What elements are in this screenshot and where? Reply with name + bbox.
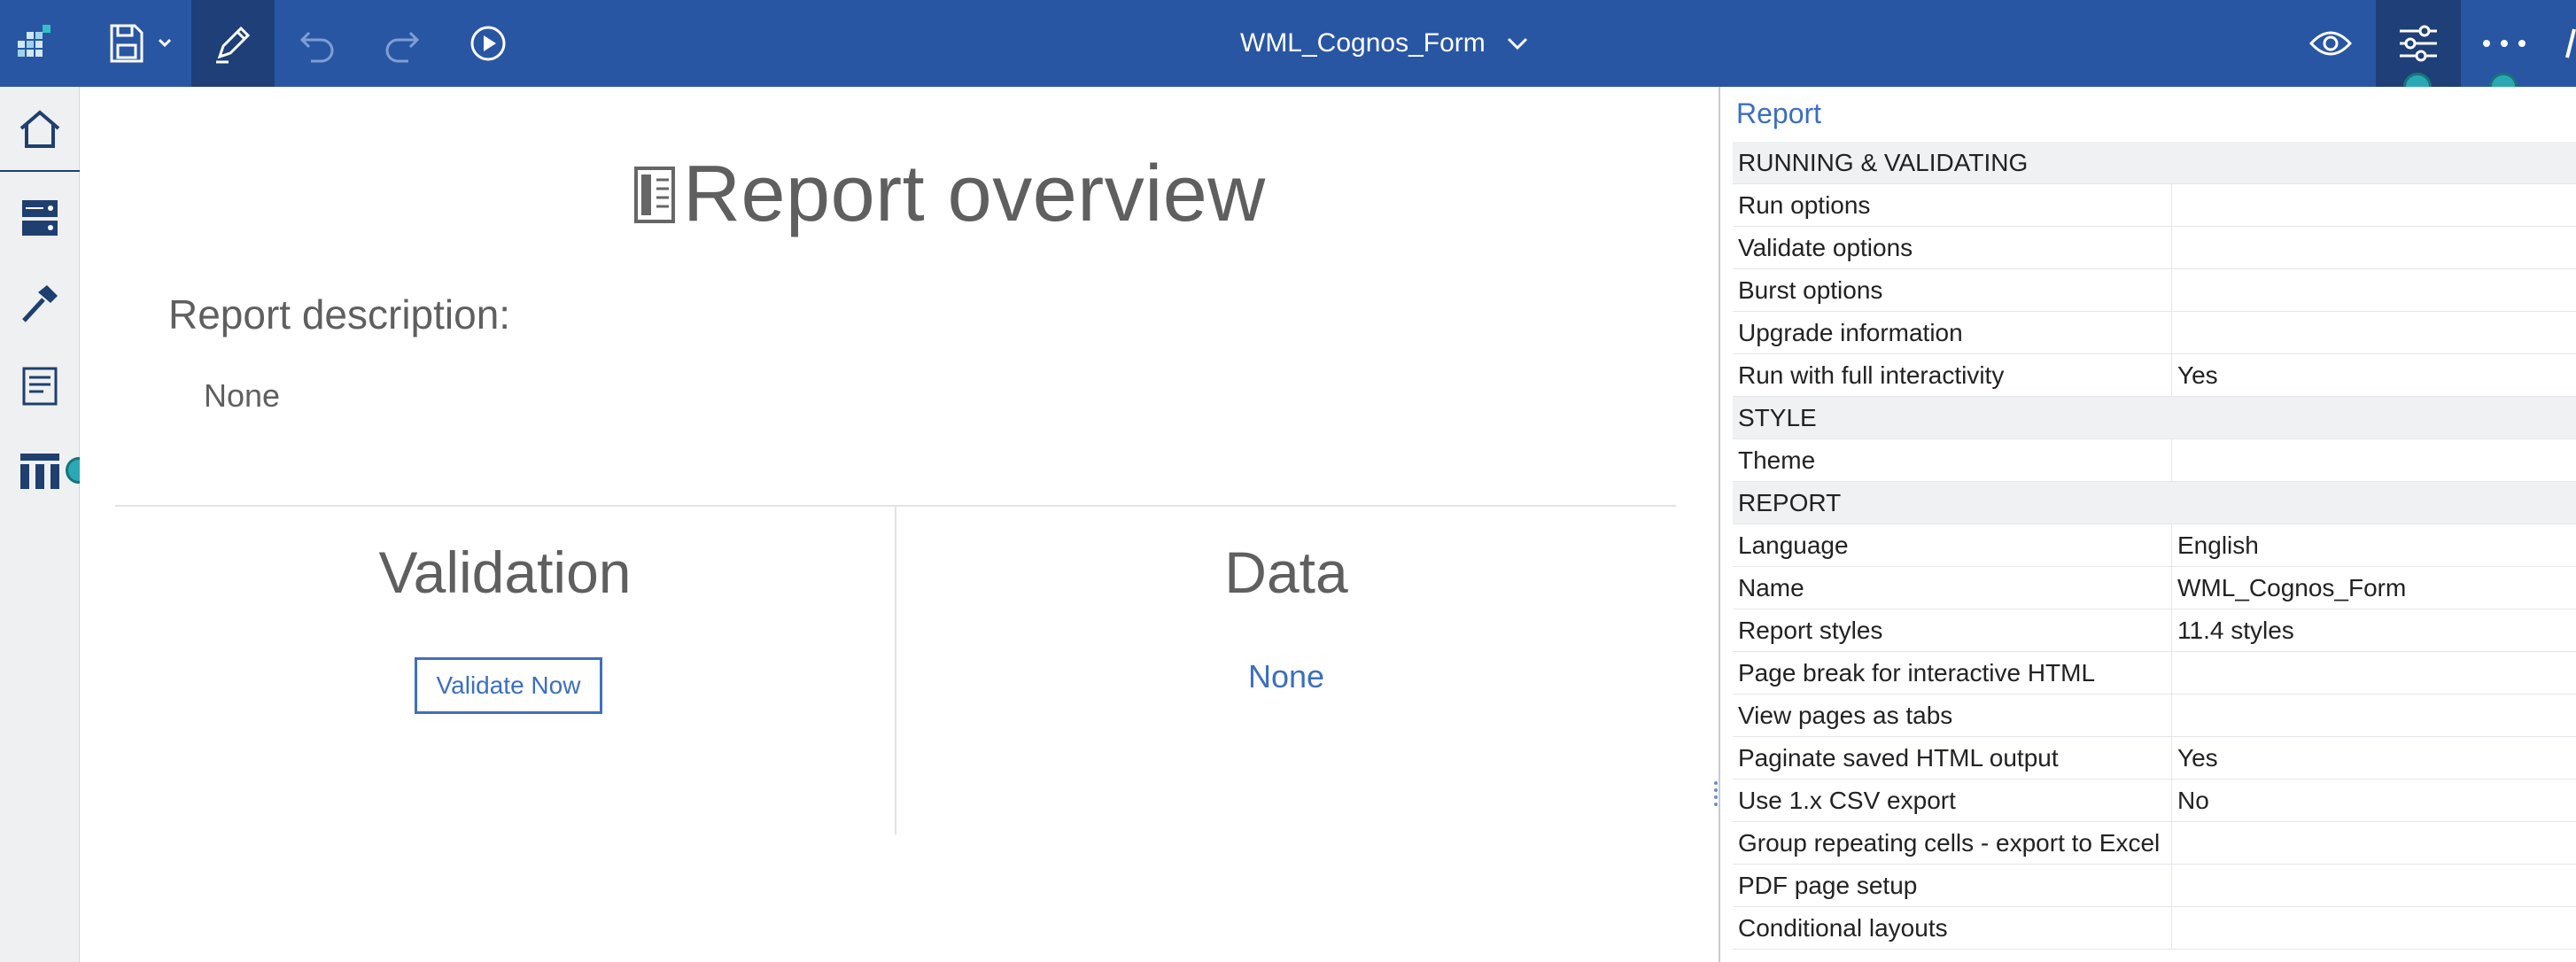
property-row[interactable]: Language English — [1733, 524, 2576, 567]
toolbox-button[interactable] — [0, 260, 80, 345]
property-row[interactable]: Group repeating cells - export to Excel — [1733, 822, 2576, 865]
sliders-icon — [2400, 25, 2437, 62]
property-row[interactable]: Page break for interactive HTML — [1733, 652, 2576, 694]
property-row[interactable]: Run with full interactivity Yes — [1733, 354, 2576, 397]
property-name: View pages as tabs — [1733, 694, 2172, 736]
report-description-label: Report description: — [168, 291, 511, 337]
property-name: Page break for interactive HTML — [1733, 652, 2172, 694]
property-value[interactable] — [2172, 184, 2576, 226]
home-icon — [19, 110, 60, 148]
play-icon — [470, 26, 506, 61]
data-heading: Data — [1224, 539, 1348, 605]
property-value[interactable] — [2172, 694, 2576, 736]
pages-button[interactable] — [0, 344, 80, 429]
validation-heading: Validation — [378, 539, 632, 605]
edit-mode-button[interactable] — [191, 0, 275, 87]
property-name: Conditional layouts — [1733, 907, 2172, 949]
property-value[interactable] — [2172, 822, 2576, 864]
pencil-icon — [216, 26, 251, 64]
property-row[interactable]: Theme — [1733, 439, 2576, 482]
home-button[interactable] — [0, 87, 80, 172]
property-value[interactable] — [2172, 907, 2576, 949]
property-name: Run with full interactivity — [1733, 354, 2172, 396]
report-title-menu[interactable]: WML_Cognos_Form — [1240, 0, 1530, 87]
property-value[interactable] — [2172, 227, 2576, 268]
properties-header[interactable]: Report — [1736, 97, 1821, 130]
property-row[interactable]: Burst options — [1733, 269, 2576, 312]
property-value[interactable] — [2172, 269, 2576, 311]
report-icon — [634, 166, 675, 223]
property-row[interactable]: Report styles 11.4 styles — [1733, 609, 2576, 652]
cut-off-icon — [2560, 0, 2576, 87]
property-name: Paginate saved HTML output — [1733, 737, 2172, 779]
save-button[interactable] — [97, 0, 182, 87]
data-server-icon — [22, 200, 58, 236]
property-value[interactable] — [2172, 439, 2576, 481]
validate-now-button[interactable]: Validate Now — [415, 657, 602, 714]
section-label: STYLE — [1738, 404, 1817, 431]
redo-button[interactable] — [360, 0, 443, 87]
property-section-header: STYLE — [1733, 397, 2576, 439]
report-title: WML_Cognos_Form — [1240, 28, 1486, 58]
property-name: Group repeating cells - export to Excel — [1733, 822, 2172, 864]
property-name: Validate options — [1733, 227, 2172, 268]
redo-icon — [385, 31, 420, 63]
property-value[interactable] — [2172, 865, 2576, 906]
properties-table: RUNNING & VALIDATING Run options Validate … — [1733, 142, 2576, 950]
undo-icon — [299, 31, 334, 63]
section-label: REPORT — [1738, 489, 1842, 516]
property-name: Run options — [1733, 184, 2172, 226]
ellipsis-icon — [2483, 40, 2526, 47]
property-section-header: RUNNING & VALIDATING — [1733, 142, 2576, 184]
top-toolbar: WML_Cognos_Form — [0, 0, 2576, 87]
property-row[interactable]: View pages as tabs — [1733, 694, 2576, 737]
property-row[interactable]: Upgrade information — [1733, 312, 2576, 354]
table-columns-icon — [20, 454, 59, 489]
report-canvas: Report overview Report description: None… — [80, 87, 1719, 962]
eye-icon — [2308, 31, 2353, 56]
property-value[interactable]: 11.4 styles — [2172, 609, 2576, 651]
property-name: Report styles — [1733, 609, 2172, 651]
property-name: Use 1.x CSV export — [1733, 780, 2172, 821]
rail-separator — [0, 170, 80, 172]
property-row[interactable]: PDF page setup — [1733, 865, 2576, 907]
property-row[interactable]: Paginate saved HTML output Yes — [1733, 737, 2576, 780]
property-value[interactable]: Yes — [2172, 737, 2576, 779]
toolbox-hammer-icon — [22, 285, 58, 322]
property-row[interactable]: Validate options — [1733, 227, 2576, 269]
property-name: Language — [1733, 524, 2172, 566]
property-value[interactable] — [2172, 312, 2576, 353]
page-icon — [22, 367, 58, 406]
data-value-link[interactable]: None — [896, 658, 1676, 695]
property-value[interactable]: Yes — [2172, 354, 2576, 396]
property-row[interactable]: Name WML_Cognos_Form — [1733, 567, 2576, 609]
property-value[interactable] — [2172, 652, 2576, 694]
page-title: Report overview — [683, 150, 1266, 238]
properties-panel: Report RUNNING & VALIDATING Run options Va… — [1719, 87, 2576, 962]
property-value[interactable]: No — [2172, 780, 2576, 821]
section-label: RUNNING & VALIDATING — [1738, 149, 2029, 176]
overview-title-row: Report overview — [633, 149, 1266, 240]
save-icon — [110, 24, 172, 63]
property-value[interactable]: English — [2172, 524, 2576, 566]
property-value[interactable]: WML_Cognos_Form — [2172, 567, 2576, 609]
property-name: Theme — [1733, 439, 2172, 481]
property-name: PDF page setup — [1733, 865, 2172, 906]
data-button[interactable] — [0, 175, 80, 260]
chevron-down-icon — [1507, 37, 1527, 50]
undo-button[interactable] — [276, 0, 360, 87]
property-section-header: REPORT — [1733, 482, 2576, 524]
left-navigation-rail — [0, 87, 80, 962]
property-name: Burst options — [1733, 269, 2172, 311]
app-grid-icon[interactable] — [0, 0, 73, 87]
property-row[interactable]: Use 1.x CSV export No — [1733, 780, 2576, 822]
report-description-value: None — [204, 377, 281, 414]
property-name: Name — [1733, 567, 2172, 609]
run-report-button[interactable] — [446, 0, 530, 87]
property-name: Upgrade information — [1733, 312, 2172, 353]
property-row[interactable]: Conditional layouts — [1733, 907, 2576, 950]
preview-button[interactable] — [2289, 0, 2372, 87]
property-row[interactable]: Run options — [1733, 184, 2576, 227]
